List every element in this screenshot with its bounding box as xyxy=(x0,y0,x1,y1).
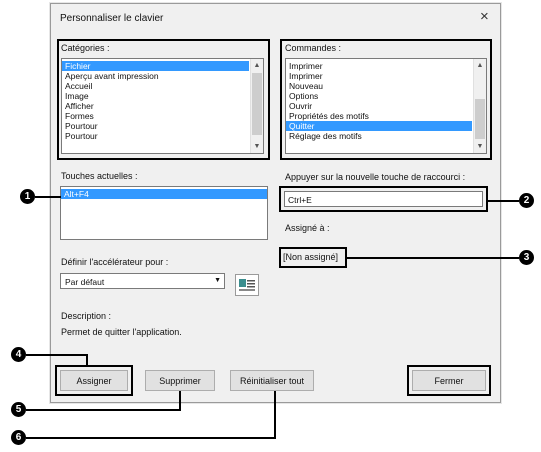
category-item[interactable]: Pourtour xyxy=(62,121,249,131)
assign-button[interactable]: Assigner xyxy=(60,370,128,391)
new-shortcut-label: Appuyer sur la nouvelle touche de raccou… xyxy=(285,172,466,182)
assigned-label: Assigné à : xyxy=(285,223,330,233)
callout-line-1 xyxy=(35,196,61,198)
new-shortcut-input[interactable]: Ctrl+E xyxy=(284,191,483,207)
accelerator-select[interactable]: Par défaut ▼ xyxy=(60,273,225,289)
command-item[interactable]: Quitter xyxy=(286,121,472,131)
category-item[interactable]: Aperçu avant impression xyxy=(62,71,249,81)
command-item[interactable]: Imprimer xyxy=(286,71,472,81)
category-item[interactable]: Afficher xyxy=(62,101,249,111)
description-text: Permet de quitter l'application. xyxy=(61,327,182,337)
command-item[interactable]: Options xyxy=(286,91,472,101)
close-button[interactable]: Fermer xyxy=(412,370,486,391)
scroll-thumb[interactable] xyxy=(475,99,485,139)
categories-list[interactable]: Fichier Aperçu avant impression Accueil … xyxy=(61,58,264,154)
commands-scrollbar[interactable]: ▲ ▼ xyxy=(473,59,486,153)
scroll-up-icon[interactable]: ▲ xyxy=(474,62,486,69)
category-item[interactable]: Formes xyxy=(62,111,249,121)
category-item[interactable]: Pourtour xyxy=(62,131,249,141)
callout-marker-3: 3 xyxy=(519,250,534,265)
callout-line-4a xyxy=(26,354,88,356)
category-item[interactable]: Accueil xyxy=(62,81,249,91)
categories-scrollbar[interactable]: ▲ ▼ xyxy=(250,59,263,153)
scroll-up-icon[interactable]: ▲ xyxy=(251,62,263,69)
assigned-value: [Non assigné] xyxy=(283,252,339,262)
category-item[interactable]: Image xyxy=(62,91,249,101)
commands-label: Commandes : xyxy=(285,43,342,53)
scroll-down-icon[interactable]: ▼ xyxy=(251,143,263,150)
dialog-title: Personnaliser le clavier xyxy=(60,13,164,24)
current-keys-label: Touches actuelles : xyxy=(61,171,138,181)
category-item[interactable]: Fichier xyxy=(62,61,249,71)
callout-marker-4: 4 xyxy=(11,347,26,362)
callout-line-6a xyxy=(26,437,276,439)
scroll-thumb[interactable] xyxy=(252,73,262,135)
callout-line-4b xyxy=(86,354,88,365)
current-keys-list[interactable]: Alt+F4 xyxy=(60,186,268,240)
chevron-down-icon[interactable]: ▼ xyxy=(214,277,221,284)
accelerator-value: Par défaut xyxy=(65,277,105,287)
command-item[interactable]: Réglage des motifs xyxy=(286,131,472,141)
scroll-down-icon[interactable]: ▼ xyxy=(474,143,486,150)
callout-marker-1: 1 xyxy=(20,189,35,204)
callout-line-5a xyxy=(26,409,181,411)
accelerator-label: Définir l'accélérateur pour : xyxy=(61,257,169,267)
callout-marker-5: 5 xyxy=(11,402,26,417)
callout-line-5b xyxy=(179,391,181,411)
current-key-item[interactable]: Alt+F4 xyxy=(61,189,267,199)
keyboard-config-button[interactable] xyxy=(235,274,259,296)
callout-line-3 xyxy=(347,257,519,259)
commands-list[interactable]: Imprimer Imprimer Nouveau Options Ouvrir… xyxy=(285,58,487,154)
command-item[interactable]: Propriétés des motifs xyxy=(286,111,472,121)
command-item[interactable]: Nouveau xyxy=(286,81,472,91)
close-icon[interactable]: × xyxy=(480,8,489,25)
command-item[interactable]: Imprimer xyxy=(286,61,472,71)
command-item[interactable]: Ouvrir xyxy=(286,101,472,111)
reset-all-button[interactable]: Réinitialiser tout xyxy=(230,370,314,391)
categories-label: Catégories : xyxy=(61,43,110,53)
callout-marker-6: 6 xyxy=(11,430,26,445)
callout-line-6b xyxy=(274,391,276,439)
delete-button[interactable]: Supprimer xyxy=(145,370,215,391)
description-label: Description : xyxy=(61,311,112,321)
keyboard-icon xyxy=(239,279,255,291)
callout-line-2 xyxy=(488,200,519,202)
callout-marker-2: 2 xyxy=(519,193,534,208)
